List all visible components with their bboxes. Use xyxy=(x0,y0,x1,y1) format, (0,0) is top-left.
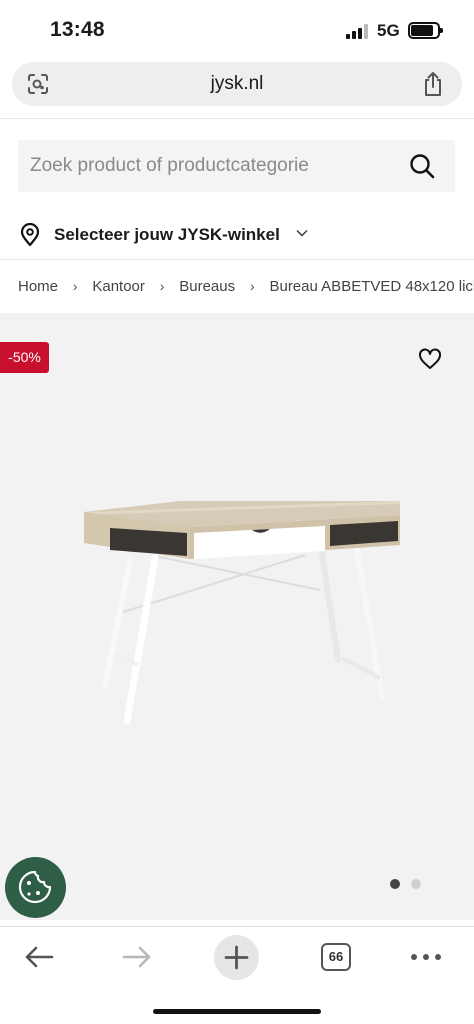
gallery-dot[interactable] xyxy=(411,879,421,889)
home-indicator xyxy=(153,1009,321,1014)
search-icon[interactable] xyxy=(409,153,435,179)
product-image xyxy=(84,501,400,725)
more-icon[interactable] xyxy=(410,953,442,961)
cookie-icon xyxy=(18,870,52,904)
battery-icon xyxy=(408,22,443,39)
location-pin-icon xyxy=(20,223,40,247)
breadcrumb-home[interactable]: Home xyxy=(18,278,58,295)
gallery-dot-active[interactable] xyxy=(390,879,400,889)
chevron-right-icon: › xyxy=(72,278,78,295)
chevron-right-icon: › xyxy=(249,278,255,295)
forward-arrow-icon[interactable] xyxy=(121,945,153,969)
breadcrumb: Home › Kantoor › Bureaus › Bureau ABBETV… xyxy=(18,277,474,299)
search-placeholder: Zoek product of productcategorie xyxy=(30,155,309,176)
breadcrumb-current: Bureau ABBETVED 48x120 lich xyxy=(269,277,474,295)
chevron-right-icon: › xyxy=(159,278,165,295)
discount-badge: -50% xyxy=(0,342,49,373)
gallery-dots[interactable] xyxy=(390,879,430,889)
address-bar[interactable]: jysk.nl xyxy=(12,62,462,106)
share-icon[interactable] xyxy=(422,71,444,97)
tab-count-button[interactable]: 66 xyxy=(321,943,351,971)
status-time: 13:48 xyxy=(50,18,105,41)
store-label[interactable]: Selecteer jouw JYSK-winkel xyxy=(54,225,280,245)
chevron-down-icon[interactable] xyxy=(295,226,309,240)
product-gallery[interactable]: -50% xyxy=(0,313,474,920)
breadcrumb-kantoor[interactable]: Kantoor xyxy=(92,278,145,295)
new-tab-button[interactable] xyxy=(214,935,259,980)
header-divider xyxy=(0,118,474,119)
back-arrow-icon[interactable] xyxy=(23,945,55,969)
breadcrumb-bureaus[interactable]: Bureaus xyxy=(179,278,235,295)
signal-icon xyxy=(346,24,370,39)
network-type: 5G xyxy=(377,21,400,40)
status-bar: 13:48 5G xyxy=(0,0,474,62)
search-input[interactable]: Zoek product of productcategorie xyxy=(18,140,455,192)
store-selector[interactable]: Selecteer jouw JYSK-winkel xyxy=(20,220,460,250)
browser-toolbar: 66 xyxy=(0,926,474,1024)
cookie-settings-button[interactable] xyxy=(5,857,66,918)
plus-icon xyxy=(224,945,249,970)
url-text[interactable]: jysk.nl xyxy=(12,73,462,95)
heart-icon[interactable] xyxy=(418,348,442,370)
store-divider xyxy=(0,259,474,260)
